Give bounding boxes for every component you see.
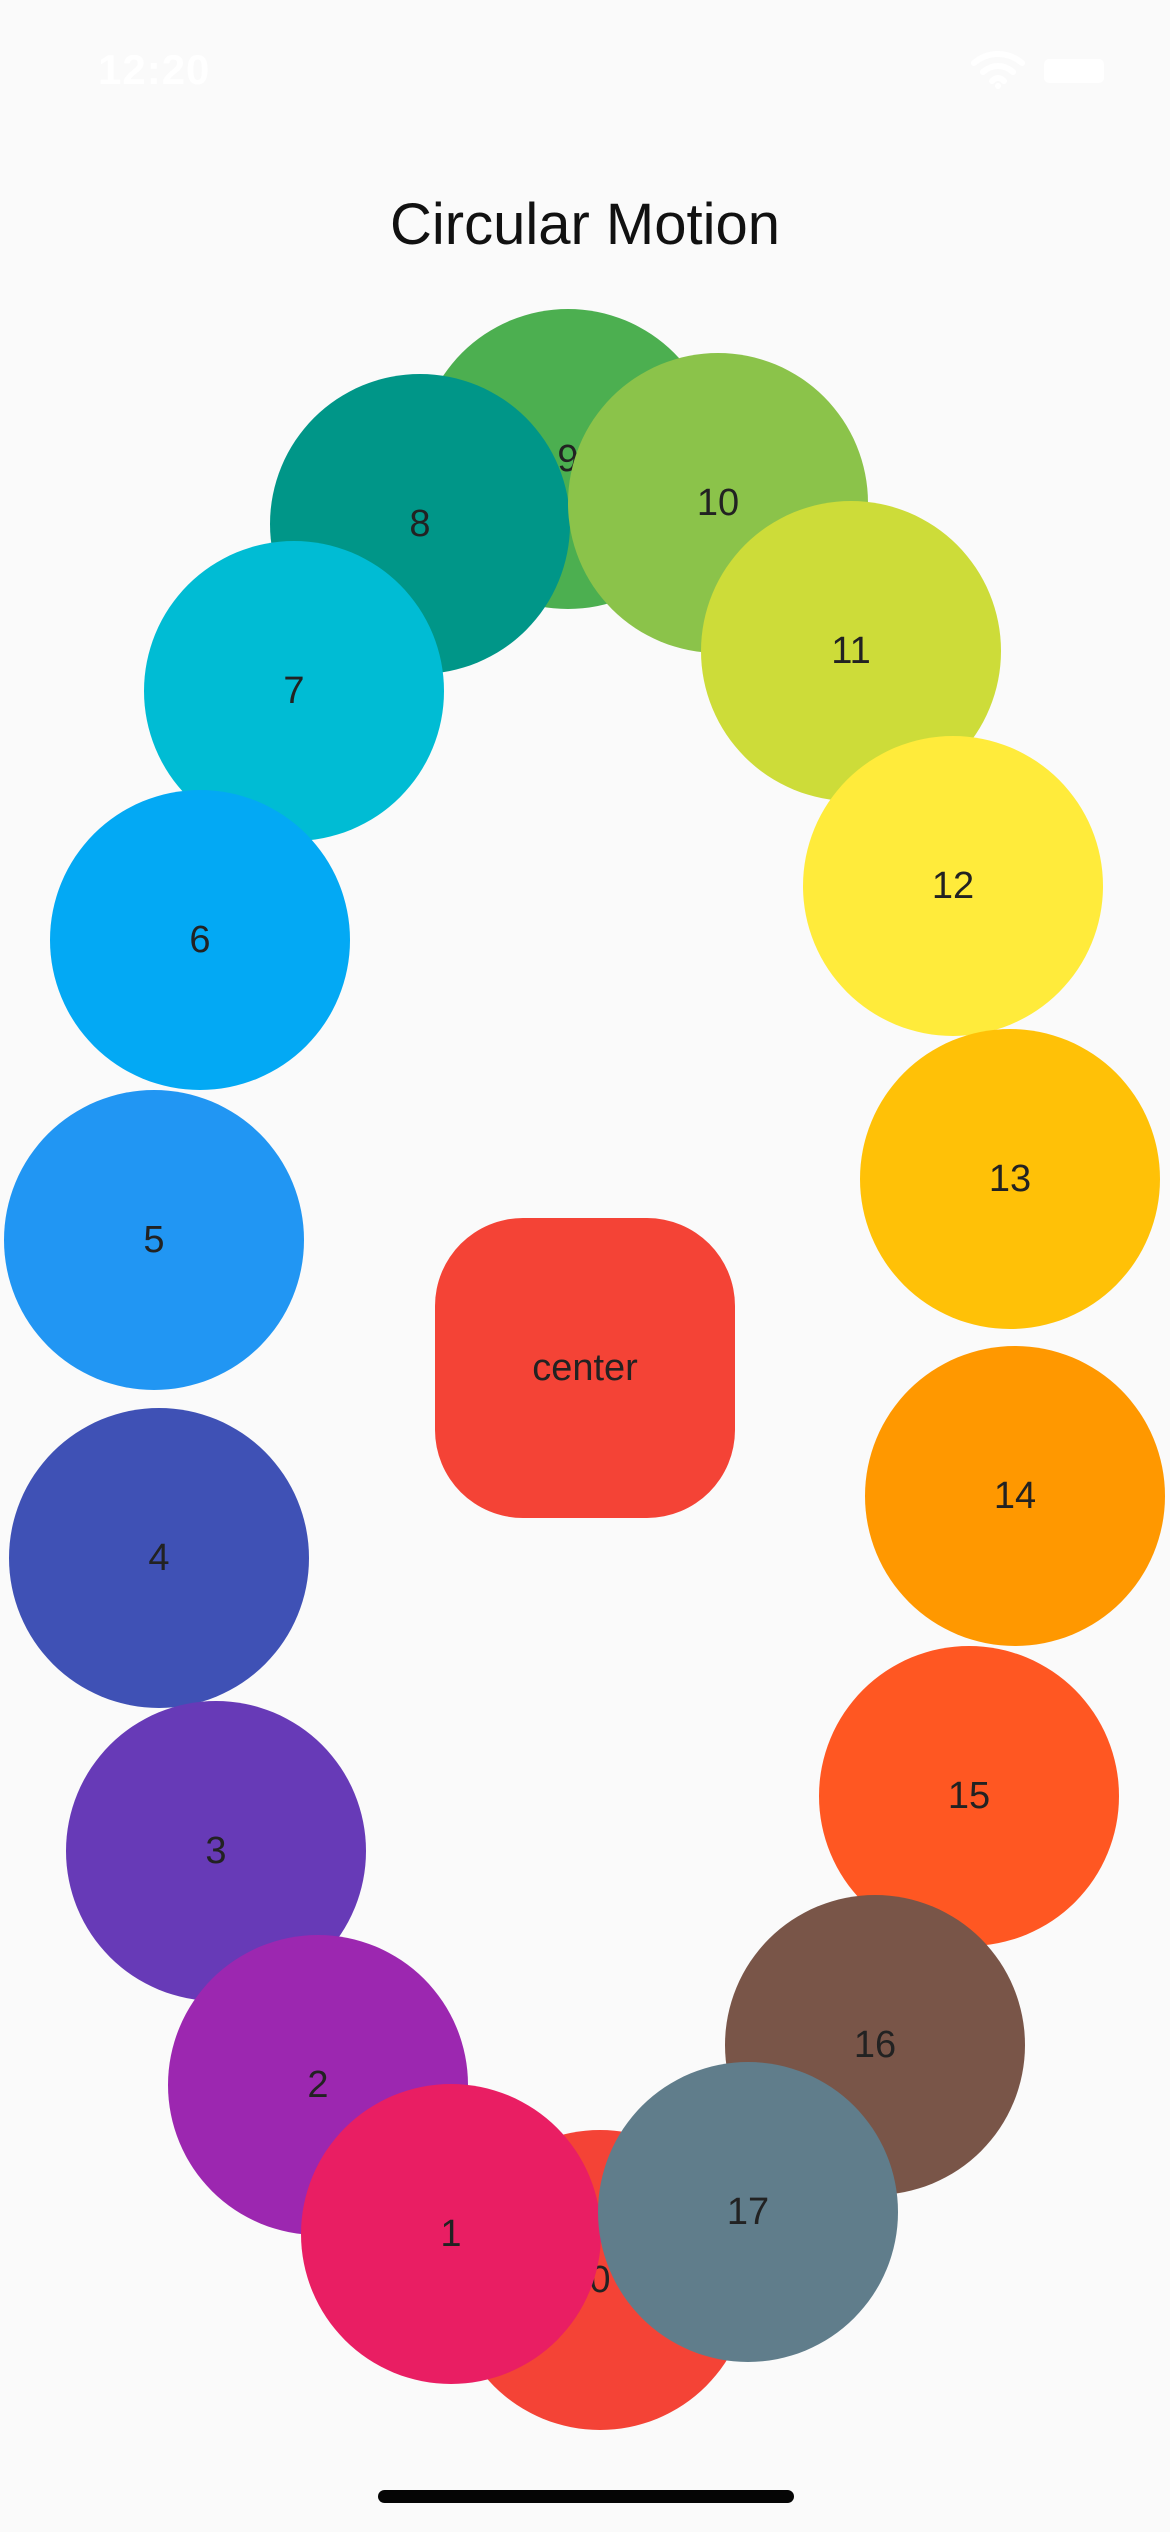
circle-6[interactable]: 6 (50, 790, 350, 1090)
circle-label: 8 (409, 503, 431, 545)
circle-17[interactable]: 17 (598, 2062, 898, 2362)
circle-label: 1 (440, 2213, 462, 2255)
circle-1[interactable]: 1 (301, 2084, 601, 2384)
circle-13[interactable]: 13 (860, 1029, 1160, 1329)
circle-label: 16 (853, 2024, 897, 2066)
circle-label: 7 (283, 670, 305, 712)
circle-label: 4 (148, 1537, 170, 1579)
circle-label: 15 (947, 1775, 991, 1817)
circle-label: 3 (205, 1830, 227, 1872)
circle-4[interactable]: 4 (9, 1408, 309, 1708)
circle-14[interactable]: 14 (865, 1346, 1165, 1646)
circle-label: 5 (143, 1219, 165, 1261)
home-indicator[interactable] (378, 2490, 794, 2503)
phone-screen: 12:20 Circular Motion 9 8 7 6 5 4 3 0 2 1 10 11 12 13… (0, 0, 1170, 2532)
circle-label: 13 (988, 1158, 1032, 1200)
center-button[interactable]: center (435, 1218, 735, 1518)
circle-label: 10 (696, 482, 740, 524)
circle-label: 14 (993, 1475, 1037, 1517)
circle-label: 2 (307, 2064, 329, 2106)
circle-label: 6 (189, 919, 211, 961)
circle-label: 17 (726, 2191, 770, 2233)
center-label: center (532, 1346, 638, 1389)
circle-12[interactable]: 12 (803, 736, 1103, 1036)
circle-label: 12 (931, 865, 975, 907)
circle-label: 11 (831, 630, 871, 672)
circle-5[interactable]: 5 (4, 1090, 304, 1390)
circular-motion-canvas: 9 8 7 6 5 4 3 0 2 1 10 11 12 13 14 15 16 17 center (0, 0, 1170, 2532)
